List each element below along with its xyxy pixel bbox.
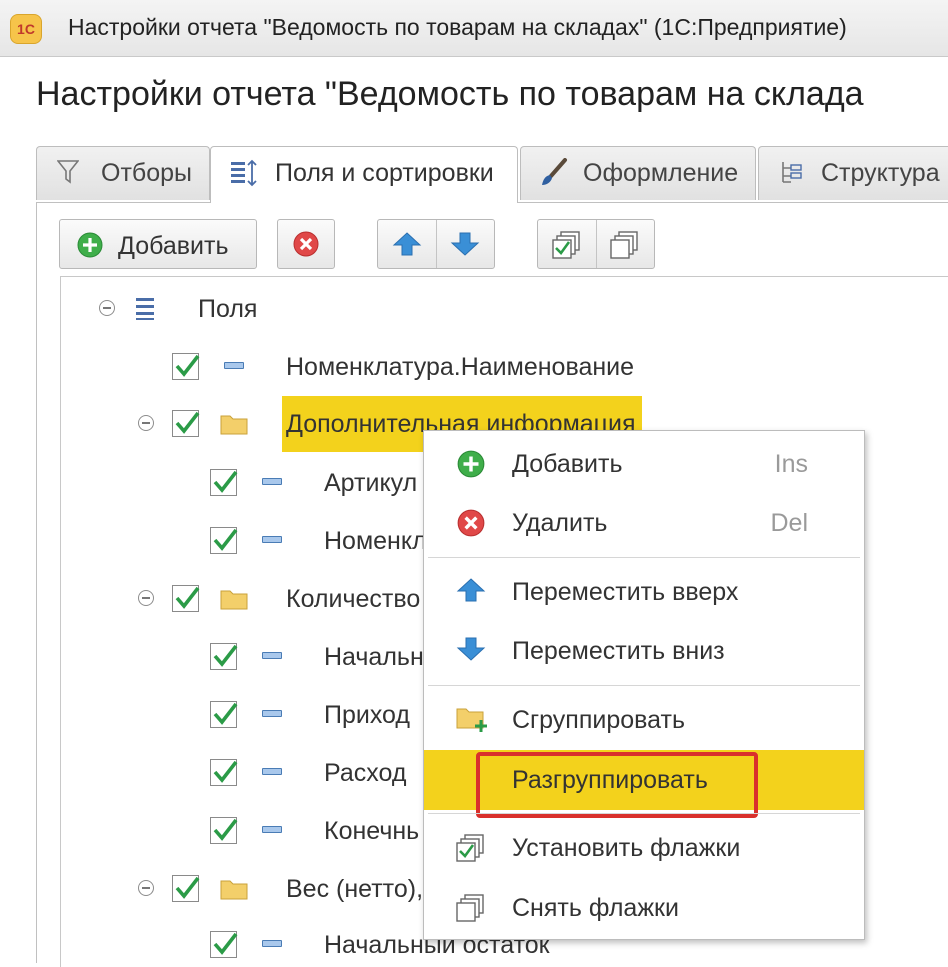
- arrow-up-icon[interactable]: [392, 231, 422, 262]
- row-checkbox[interactable]: [172, 353, 200, 380]
- menu-item-label: Добавить: [512, 450, 623, 478]
- page-title: Настройки отчета "Ведомость по товарам н…: [36, 75, 864, 113]
- menu-item-group[interactable]: Сгруппировать: [424, 691, 864, 749]
- tab-filters-label: Отборы: [101, 159, 192, 187]
- tree-root-label: Поля: [198, 295, 258, 323]
- row-checkbox[interactable]: [210, 469, 238, 496]
- row-checkbox[interactable]: [210, 759, 238, 786]
- window-title: Настройки отчета "Ведомость по товарам н…: [68, 14, 847, 40]
- tab-fields-sort-label: Поля и сортировки: [275, 159, 494, 187]
- menu-item-shortcut: Ins: [774, 450, 808, 478]
- field-icon: [262, 652, 282, 659]
- arrow-down-icon: [456, 636, 486, 667]
- structure-icon: [779, 158, 805, 195]
- tree-row-label[interactable]: Количество: [286, 585, 420, 614]
- tree-row-label[interactable]: Конечнь: [324, 817, 419, 846]
- menu-separator: [428, 813, 860, 814]
- menu-item-label: Установить флажки: [512, 834, 741, 862]
- arrow-up-icon: [456, 577, 486, 608]
- row-checkbox[interactable]: [210, 643, 238, 670]
- arrow-down-icon[interactable]: [450, 231, 480, 262]
- field-icon: [262, 478, 282, 485]
- tab-appearance[interactable]: Оформление: [520, 146, 756, 200]
- folder-icon: [220, 588, 248, 615]
- folder-add-icon: [456, 705, 488, 738]
- tab-strip: Отборы Поля и сортировки Оформление Стру…: [36, 146, 948, 203]
- menu-item-move-down[interactable]: Переместить вниз: [424, 622, 864, 680]
- row-checkbox[interactable]: [210, 701, 238, 728]
- row-checkbox[interactable]: [172, 410, 200, 437]
- delete-icon: [292, 230, 320, 263]
- row-checkbox[interactable]: [172, 875, 200, 902]
- menu-item-label: Переместить вниз: [512, 637, 725, 665]
- menu-item-move-up[interactable]: Переместить вверх: [424, 563, 864, 621]
- menu-item-label: Переместить вверх: [512, 578, 739, 606]
- menu-item-uncheck-all[interactable]: Снять флажки: [424, 879, 864, 937]
- plus-circle-icon: [456, 449, 486, 484]
- row-checkbox[interactable]: [172, 585, 200, 612]
- menu-item-label: Разгруппировать: [512, 766, 708, 794]
- uncheck-all-icon: [456, 893, 486, 928]
- toolbar-add-label: Добавить: [118, 232, 229, 260]
- tab-structure-label: Структура: [821, 159, 940, 187]
- field-icon: [262, 710, 282, 717]
- filter-icon: [56, 158, 80, 193]
- collapse-toggle[interactable]: [138, 590, 154, 606]
- tree-row-label[interactable]: Номенклатура.Наименование: [286, 353, 634, 382]
- check-all-icon[interactable]: [552, 230, 582, 265]
- menu-item-label: Удалить: [512, 509, 608, 537]
- brush-icon: [537, 158, 569, 195]
- tree-row-label[interactable]: Артикул: [324, 469, 417, 498]
- field-icon: [224, 362, 244, 369]
- toolbar-move-group: [377, 219, 495, 269]
- tree-row-label[interactable]: Начальн: [324, 643, 424, 672]
- menu-item-check-all[interactable]: Установить флажки: [424, 819, 864, 877]
- tree-row-label[interactable]: Вес (нетто),: [286, 875, 423, 904]
- toolbar-add-button[interactable]: Добавить: [59, 219, 257, 269]
- menu-item-delete[interactable]: Удалить Del: [424, 494, 864, 552]
- menu-item-shortcut: Del: [770, 509, 808, 537]
- collapse-toggle[interactable]: [138, 415, 154, 431]
- uncheck-all-icon[interactable]: [610, 230, 640, 265]
- field-icon: [262, 536, 282, 543]
- collapse-toggle[interactable]: [138, 880, 154, 896]
- menu-item-label: Снять флажки: [512, 894, 679, 922]
- field-icon: [262, 826, 282, 833]
- tab-structure[interactable]: Структура: [758, 146, 948, 200]
- tab-filters[interactable]: Отборы: [36, 146, 210, 200]
- context-menu: Добавить Ins Удалить Del Переместить вве…: [423, 430, 865, 940]
- app-logo-icon: 1С: [10, 14, 42, 44]
- folder-icon: [220, 878, 248, 905]
- menu-separator: [428, 557, 860, 558]
- menu-item-label: Сгруппировать: [512, 706, 685, 734]
- tree-row-label[interactable]: Номенкл: [324, 527, 427, 556]
- tab-fields-sort[interactable]: Поля и сортировки: [210, 146, 518, 203]
- check-all-icon: [456, 833, 486, 868]
- collapse-toggle[interactable]: [99, 300, 115, 316]
- plus-circle-icon: [76, 231, 104, 264]
- toolbar-delete-button[interactable]: [277, 219, 335, 269]
- fields-sort-icon: [229, 158, 263, 195]
- folder-icon: [220, 413, 248, 440]
- field-icon: [262, 768, 282, 775]
- row-checkbox[interactable]: [210, 817, 238, 844]
- tree-row-label[interactable]: Расход: [324, 759, 406, 788]
- menu-item-ungroup[interactable]: Разгруппировать: [424, 750, 864, 818]
- row-checkbox[interactable]: [210, 931, 238, 958]
- menu-separator: [428, 685, 860, 686]
- delete-icon: [456, 508, 486, 543]
- toolbar-check-group: [537, 219, 655, 269]
- row-checkbox[interactable]: [210, 527, 238, 554]
- field-icon: [262, 940, 282, 947]
- fields-list-icon: [134, 295, 156, 326]
- tab-appearance-label: Оформление: [583, 159, 739, 187]
- menu-item-add[interactable]: Добавить Ins: [424, 435, 864, 493]
- tree-row-label[interactable]: Приход: [324, 701, 410, 730]
